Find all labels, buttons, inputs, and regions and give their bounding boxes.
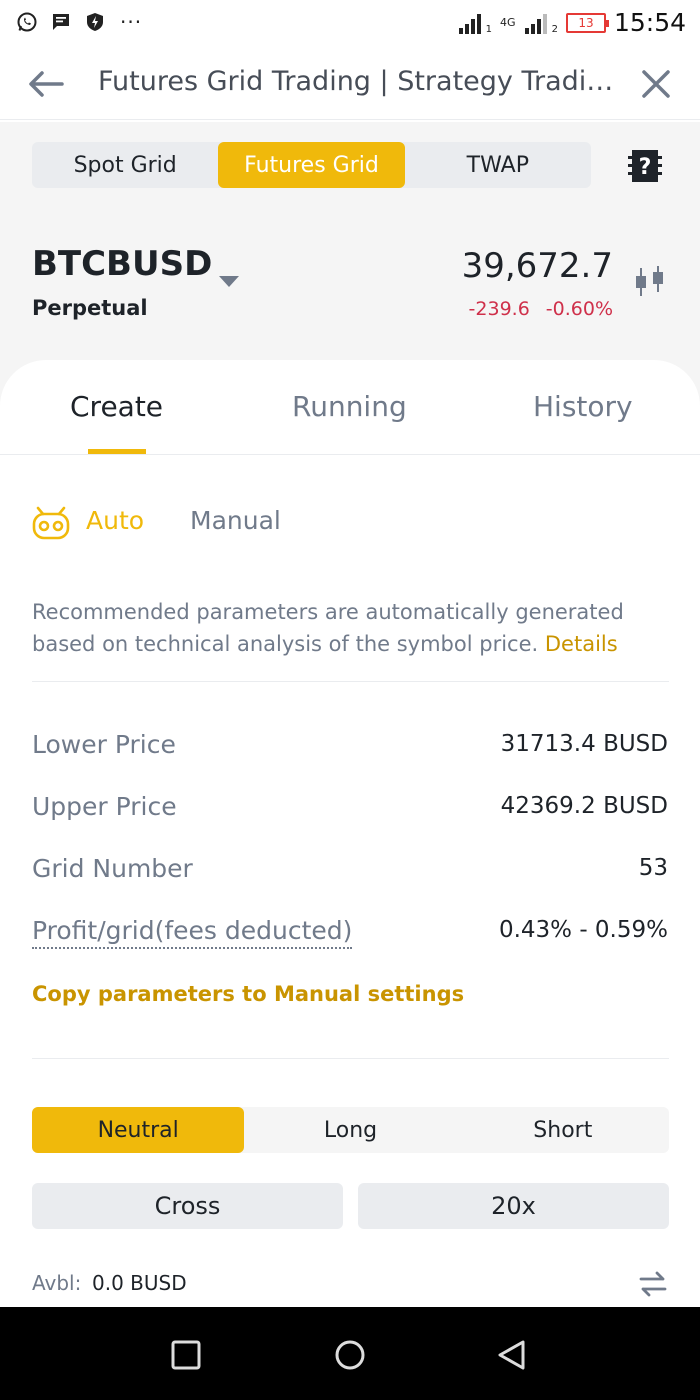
- price-change: -239.6 -0.60%: [469, 298, 613, 320]
- signal-sim1-icon: 1: [458, 11, 492, 35]
- last-price: 39,672.7: [461, 246, 613, 286]
- available-balance-label: Avbl:: [32, 1271, 82, 1295]
- back-arrow-icon[interactable]: [26, 66, 66, 102]
- price-change-percent: -0.60%: [545, 298, 613, 320]
- system-navigation-bar: [0, 1307, 700, 1400]
- param-value-profit-per-grid: 0.43% - 0.59%: [498, 917, 668, 943]
- signal-sim2-icon: 2: [524, 11, 558, 35]
- battery-level: 13: [578, 15, 594, 30]
- active-tab-indicator: [88, 449, 146, 454]
- param-label-upper-price: Upper Price: [32, 792, 177, 821]
- divider: [32, 681, 669, 682]
- param-label-lower-price: Lower Price: [32, 730, 176, 759]
- copy-to-manual-link[interactable]: Copy parameters to Manual settings: [32, 982, 464, 1006]
- app-header: Futures Grid Trading | Strategy Trading: [0, 48, 700, 120]
- sim2-label: 2: [551, 23, 558, 35]
- param-label-profit-per-grid[interactable]: Profit/grid(fees deducted): [32, 916, 353, 949]
- direction-long[interactable]: Long: [244, 1107, 456, 1153]
- contract-type: Perpetual: [32, 296, 148, 320]
- tab-futures-grid[interactable]: Futures Grid: [218, 142, 405, 188]
- strategy-card: [0, 360, 700, 1310]
- leverage-button[interactable]: 20x: [358, 1183, 669, 1229]
- divider: [32, 1058, 669, 1059]
- param-label-grid-number: Grid Number: [32, 854, 193, 883]
- transfer-arrows-icon[interactable]: [638, 1270, 668, 1298]
- recent-apps-icon[interactable]: [168, 1337, 204, 1373]
- help-icon[interactable]: ?: [628, 148, 662, 184]
- tab-twap[interactable]: TWAP: [405, 142, 591, 188]
- param-value-lower-price: 31713.4 BUSD: [500, 731, 668, 757]
- more-notifications-icon: ···: [120, 10, 143, 34]
- direction-short[interactable]: Short: [457, 1107, 669, 1153]
- candlestick-chart-icon[interactable]: [632, 266, 668, 298]
- mode-auto[interactable]: Auto: [86, 506, 144, 535]
- message-icon: [50, 11, 72, 33]
- battery-icon: 13: [565, 12, 609, 33]
- mode-manual[interactable]: Manual: [190, 506, 281, 535]
- shield-bolt-icon: [84, 11, 106, 33]
- direction-neutral[interactable]: Neutral: [32, 1107, 245, 1153]
- svg-text:?: ?: [639, 155, 652, 180]
- network-type: 4G: [500, 16, 516, 29]
- param-value-upper-price: 42369.2 BUSD: [500, 793, 668, 819]
- back-nav-icon[interactable]: [494, 1337, 530, 1373]
- robot-icon[interactable]: [32, 504, 70, 540]
- tab-running[interactable]: Running: [292, 390, 407, 423]
- page-title: Futures Grid Trading | Strategy Trading: [98, 66, 618, 97]
- description-text: Recommended parameters are automatically…: [32, 600, 624, 656]
- home-icon[interactable]: [332, 1337, 368, 1373]
- details-link[interactable]: Details: [545, 632, 618, 656]
- status-bar: ··· 1 4G 2 13 15:54: [0, 0, 700, 48]
- price-change-value: -239.6: [468, 298, 530, 320]
- available-balance-value: 0.0 BUSD: [92, 1271, 187, 1295]
- whatsapp-icon: [16, 11, 38, 33]
- main-tabs: Create Running History: [0, 360, 700, 455]
- tab-history[interactable]: History: [533, 390, 633, 423]
- recommendation-description: Recommended parameters are automatically…: [32, 596, 672, 660]
- sim1-label: 1: [485, 23, 493, 35]
- tab-spot-grid[interactable]: Spot Grid: [32, 142, 218, 188]
- param-value-grid-number: 53: [638, 855, 668, 881]
- grid-direction-selector: Neutral Long Short: [32, 1107, 669, 1153]
- strategy-type-tabs: Spot Grid Futures Grid TWAP: [32, 142, 591, 188]
- close-icon[interactable]: [638, 66, 674, 102]
- margin-mode-button[interactable]: Cross: [32, 1183, 343, 1229]
- tab-create[interactable]: Create: [70, 390, 163, 423]
- clock: 15:54: [613, 8, 686, 37]
- symbol-name[interactable]: BTCBUSD: [32, 244, 212, 284]
- symbol-dropdown-caret-icon[interactable]: [219, 276, 239, 287]
